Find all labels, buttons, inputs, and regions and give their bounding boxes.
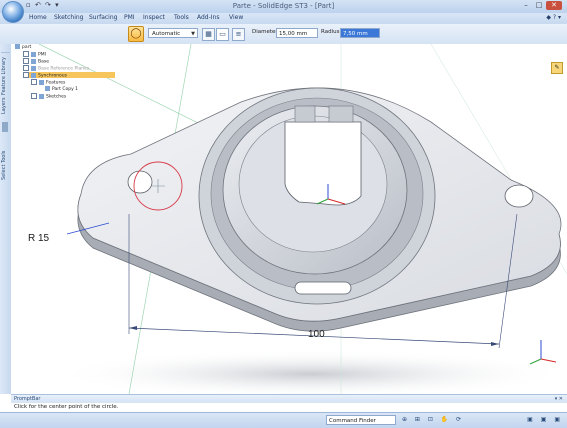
line-style-icon[interactable]: ▭ — [216, 28, 229, 41]
display-mode-icon[interactable]: ▣ ▣ ▣ — [527, 416, 563, 423]
tree-item-part-copy[interactable]: Part Copy 1 — [45, 86, 78, 92]
sketch-view-icon[interactable]: ✎ — [551, 62, 563, 74]
tree-item-sketches[interactable]: Sketches — [31, 93, 66, 100]
tree-item-part[interactable]: part — [15, 44, 31, 50]
features-icon — [39, 79, 44, 85]
window-title: Parte - SolidEdge ST3 - [Part] — [232, 2, 335, 10]
color-swatch-icon[interactable]: ▦ — [202, 28, 215, 41]
tab-feature-library[interactable]: Feature Library — [1, 52, 10, 99]
line-weight-icon[interactable]: ≡ — [232, 28, 245, 41]
visibility-checkbox[interactable] — [23, 72, 29, 78]
title-bar: ▫ ↶ ↷ ▾ Parte - SolidEdge ST3 - [Part] –… — [0, 0, 567, 14]
radius-dimension[interactable]: R 15 — [28, 233, 49, 244]
dim-arrow-left — [129, 326, 137, 330]
diameter-field[interactable]: 15,00 mm — [276, 28, 318, 38]
close-button[interactable]: ✕ — [546, 1, 562, 10]
status-bar: Command Finder ⊕ ⊞ ⊡ ✋ ⟳ ▣ ▣ ▣ — [0, 412, 567, 428]
tree-item-features[interactable]: Features — [31, 79, 65, 86]
tab-select-tools[interactable]: Select Tools — [1, 140, 10, 190]
tab-inspect[interactable]: Inspect — [143, 14, 165, 21]
square-bore — [284, 121, 362, 206]
dim-arrow-right — [491, 342, 499, 346]
mode-value: Automatic — [152, 31, 181, 37]
maximize-button[interactable]: □ — [533, 1, 545, 10]
prompt-message: Click for the center point of the circle… — [11, 403, 567, 412]
length-dimension[interactable]: 100 — [308, 329, 325, 340]
command-ribbon: ◯ Automatic ▼ ▦ ▭ ≡ Diameter: 15,00 mm R… — [0, 24, 567, 45]
mode-dropdown[interactable]: Automatic ▼ — [148, 28, 198, 38]
application-button[interactable] — [2, 1, 24, 23]
visibility-checkbox[interactable] — [31, 79, 37, 85]
graphics-viewport[interactable]: part PMI Base Base Reference Planes Sync… — [11, 44, 567, 394]
tab-pmi[interactable]: PMI — [124, 14, 135, 21]
ribbon-tabs: Home Sketching Surfacing PMI Inspect Too… — [0, 13, 567, 24]
part-icon — [15, 44, 20, 49]
radius-label: Radius: — [321, 29, 342, 35]
tab-tools[interactable]: Tools — [174, 14, 189, 21]
tab-view[interactable]: View — [229, 14, 243, 21]
minimize-button[interactable]: – — [520, 1, 532, 10]
tab-sketching[interactable]: Sketching — [54, 14, 84, 21]
part-copy-icon — [45, 86, 50, 91]
bolt-hole-left — [127, 170, 153, 194]
tab-layers[interactable]: Layers — [1, 97, 10, 114]
bolt-hole-right — [504, 184, 534, 208]
tree-item-reference-planes[interactable]: Base Reference Planes — [23, 65, 89, 72]
tree-item-pmi[interactable]: PMI — [23, 51, 46, 58]
tab-surfacing[interactable]: Surfacing — [89, 14, 117, 21]
radius-field[interactable]: 7,50 mm — [340, 28, 380, 38]
bore-step — [328, 105, 354, 123]
ground-shadow — [51, 350, 567, 394]
visibility-checkbox[interactable] — [23, 58, 29, 64]
tree-item-base[interactable]: Base — [23, 58, 49, 65]
circle-tool-icon[interactable]: ◯ — [128, 26, 144, 42]
visibility-checkbox[interactable] — [31, 93, 37, 99]
part-model[interactable] — [11, 44, 567, 394]
chevron-down-icon: ▼ — [191, 31, 195, 37]
tab-home[interactable]: Home — [29, 14, 47, 21]
visibility-checkbox[interactable] — [23, 51, 29, 57]
tree-item-synchronous[interactable]: Synchronous — [23, 72, 115, 79]
synchronous-icon — [31, 72, 36, 78]
oil-slot — [294, 281, 352, 295]
pin-icon[interactable] — [2, 122, 8, 132]
sketches-icon — [39, 93, 44, 99]
pmi-icon — [31, 51, 36, 57]
view-triad-x — [540, 358, 557, 363]
tab-add-ins[interactable]: Add-Ins — [197, 14, 219, 21]
visibility-checkbox[interactable] — [23, 65, 29, 71]
bore-step — [294, 105, 316, 123]
help-icon[interactable]: ◆ ? ▾ — [546, 14, 561, 21]
base-icon — [31, 58, 36, 64]
view-tools-icon[interactable]: ⊕ ⊞ ⊡ ✋ ⟳ — [402, 416, 464, 423]
planes-icon — [31, 65, 36, 71]
command-finder-input[interactable]: Command Finder — [326, 415, 396, 425]
